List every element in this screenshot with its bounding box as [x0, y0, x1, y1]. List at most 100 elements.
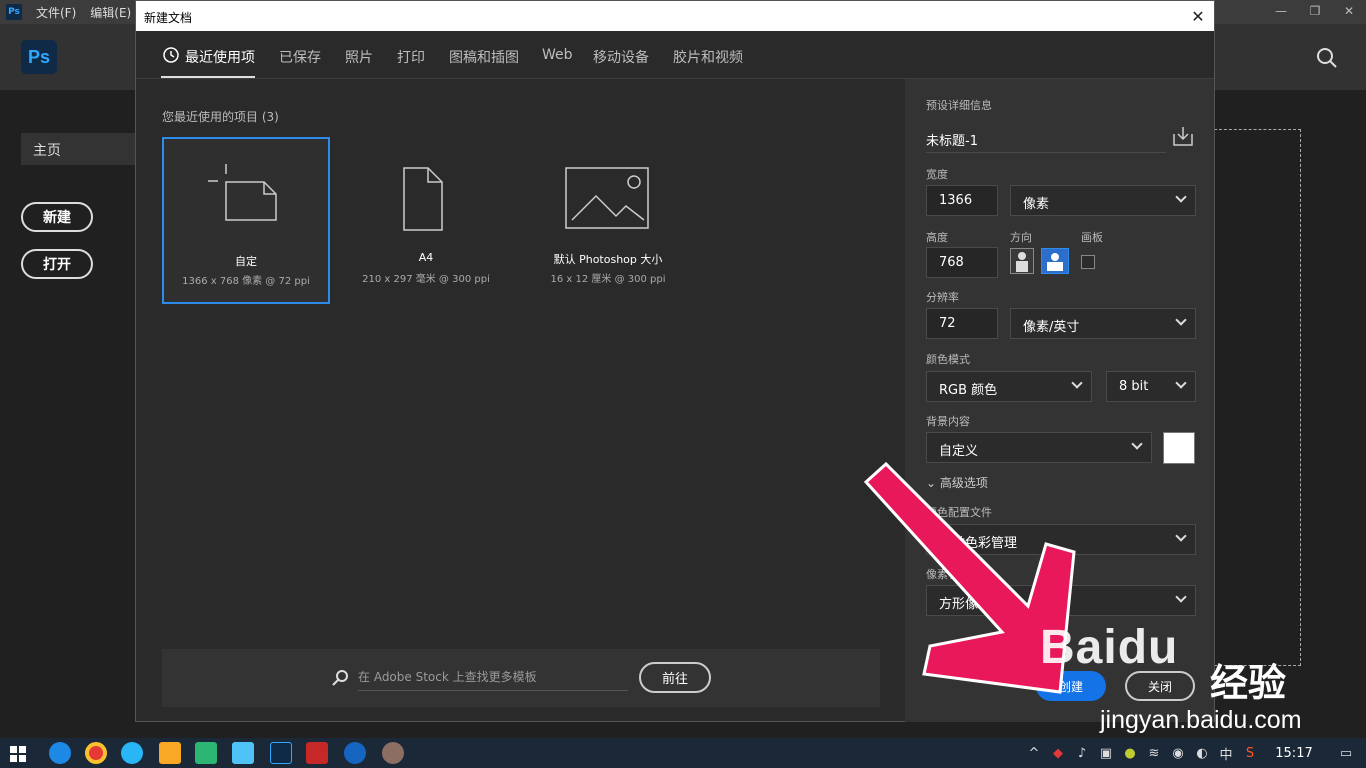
card-size: 1366 x 768 像素 @ 72 ppi	[182, 276, 310, 287]
preset-card-a4[interactable]: A4 210 x 297 毫米 @ 300 ppi	[342, 137, 510, 304]
save-preset-icon[interactable]	[1171, 124, 1195, 148]
home-nav-item[interactable]: 主页	[21, 133, 141, 165]
spreadsheet-app-icon[interactable]	[195, 742, 217, 764]
details-header: 预设详细信息	[926, 99, 992, 112]
active-tab-indicator	[161, 76, 255, 78]
restore-icon[interactable]: ❐	[1298, 0, 1332, 22]
shield-icon[interactable]: ▣	[1094, 746, 1118, 761]
file-explorer-icon[interactable]	[159, 742, 181, 764]
height-label: 高度	[926, 231, 948, 244]
chrome-icon[interactable]	[85, 742, 107, 764]
image-icon	[565, 167, 649, 229]
go-button[interactable]: 前往	[639, 662, 711, 693]
app-icon[interactable]	[382, 742, 404, 764]
ie-browser-icon[interactable]	[49, 742, 71, 764]
ps-app-icon: Ps	[6, 4, 22, 20]
menu-edit[interactable]: 编辑(E)	[90, 4, 131, 21]
recent-heading: 您最近使用的项目 (3)	[162, 110, 279, 124]
color-mode-label: 颜色模式	[926, 353, 970, 366]
chevron-down-icon	[1131, 438, 1143, 450]
plus-app-icon[interactable]: ●	[1118, 746, 1142, 761]
preset-card-custom[interactable]: 自定 1366 x 768 像素 @ 72 ppi	[162, 137, 330, 304]
menu-file[interactable]: 文件(F)	[36, 4, 76, 21]
volume-icon[interactable]: ♪	[1070, 746, 1094, 761]
open-button[interactable]: 打开	[21, 249, 93, 279]
chevron-down-icon	[1175, 530, 1187, 542]
chevron-down-icon	[1175, 377, 1187, 389]
tab-film[interactable]: 胶片和视频	[673, 47, 743, 67]
sogou-icon[interactable]: S	[1238, 746, 1262, 761]
chevron-down-icon	[1175, 314, 1187, 326]
width-unit-value: 像素	[1023, 197, 1050, 212]
close-window-icon[interactable]: ✕	[1332, 0, 1366, 22]
new-button[interactable]: 新建	[21, 202, 93, 232]
tab-saved[interactable]: 已保存	[279, 47, 321, 67]
background-label: 背景内容	[926, 415, 970, 428]
card-size: 16 x 12 厘米 @ 300 ppi	[550, 274, 666, 285]
background-select[interactable]: 自定义	[926, 432, 1152, 463]
preset-tabs: 最近使用项 已保存 照片 打印 图稿和插图 Web 移动设备 胶片和视频	[136, 31, 1214, 79]
landscape-icon[interactable]	[1041, 248, 1069, 274]
system-tray: ^ ◆ ♪ ▣ ● ≋ ◉ ◐ 中 S 15:17 ▭	[1022, 738, 1366, 768]
orientation-label: 方向	[1010, 231, 1032, 244]
document-icon	[403, 167, 443, 231]
custom-document-icon	[208, 164, 277, 221]
bit-depth-value: 8 bit	[1119, 379, 1149, 394]
width-field[interactable]: 1366	[926, 185, 998, 216]
chevron-up-icon[interactable]: ^	[1022, 746, 1046, 761]
card-name: 默认 Photoshop 大小	[553, 253, 663, 266]
chevron-down-icon	[1175, 591, 1187, 603]
stock-search-input[interactable]	[358, 663, 628, 691]
height-field[interactable]: 768	[926, 247, 998, 278]
tab-art[interactable]: 图稿和插图	[449, 47, 519, 67]
clock-icon	[163, 47, 179, 63]
security-icon[interactable]: ◆	[1046, 746, 1070, 761]
tab-print[interactable]: 打印	[397, 47, 425, 67]
background-color-swatch[interactable]	[1163, 432, 1195, 464]
minimize-icon[interactable]: —	[1264, 0, 1298, 22]
penguin-icon[interactable]: ◐	[1190, 746, 1214, 761]
chat-icon[interactable]: ◉	[1166, 746, 1190, 761]
watermark-text: 经验	[1210, 661, 1287, 705]
windows-start-icon[interactable]	[10, 746, 26, 762]
tab-mobile[interactable]: 移动设备	[593, 47, 649, 67]
browser-icon[interactable]	[121, 742, 143, 764]
tab-web[interactable]: Web	[542, 47, 573, 63]
search-icon[interactable]	[1315, 46, 1339, 70]
resolution-unit-select[interactable]: 像素/英寸	[1010, 308, 1196, 339]
ime-indicator[interactable]: 中	[1214, 744, 1238, 763]
resolution-label: 分辨率	[926, 291, 959, 304]
wifi-icon[interactable]: ≋	[1142, 746, 1166, 761]
chevron-down-icon	[1175, 191, 1187, 203]
preset-card-default[interactable]: 默认 Photoshop 大小 16 x 12 厘米 @ 300 ppi	[524, 137, 692, 304]
stock-search-bar: 前往	[162, 649, 880, 707]
portrait-icon[interactable]	[1010, 248, 1034, 274]
folder-app-icon[interactable]	[232, 742, 254, 764]
background-value: 自定义	[939, 444, 979, 459]
width-unit-select[interactable]: 像素	[1010, 185, 1196, 216]
pdf-reader-icon[interactable]	[306, 742, 328, 764]
clock[interactable]: 15:17	[1262, 746, 1326, 761]
artboard-label: 画板	[1081, 231, 1103, 244]
canvas-placeholder	[1214, 129, 1301, 666]
window-controls: — ❐ ✕	[1264, 0, 1366, 24]
watermark-url: jingyan.baidu.com	[1100, 706, 1302, 734]
search-icon	[332, 670, 348, 686]
chevron-down-icon	[1071, 377, 1083, 389]
document-name-field[interactable]: 未标题-1	[926, 127, 1166, 153]
dialog-title: 新建文档	[144, 11, 193, 25]
notification-icon[interactable]: ▭	[1326, 746, 1366, 761]
photoshop-taskbar-icon[interactable]	[270, 742, 292, 764]
card-size: 210 x 297 毫米 @ 300 ppi	[362, 274, 490, 285]
color-mode-select[interactable]: RGB 颜色	[926, 371, 1092, 402]
media-player-icon[interactable]	[344, 742, 366, 764]
resolution-field[interactable]: 72	[926, 308, 998, 339]
close-button[interactable]: 关闭	[1125, 671, 1195, 701]
close-icon[interactable]: ✕	[1188, 6, 1208, 26]
bit-depth-select[interactable]: 8 bit	[1106, 371, 1196, 402]
tab-photo[interactable]: 照片	[345, 47, 373, 67]
resolution-unit-value: 像素/英寸	[1023, 320, 1080, 335]
tab-recent[interactable]: 最近使用项	[185, 47, 255, 67]
artboard-checkbox[interactable]	[1081, 255, 1095, 269]
dialog-titlebar: 新建文档 ✕	[136, 1, 1214, 31]
